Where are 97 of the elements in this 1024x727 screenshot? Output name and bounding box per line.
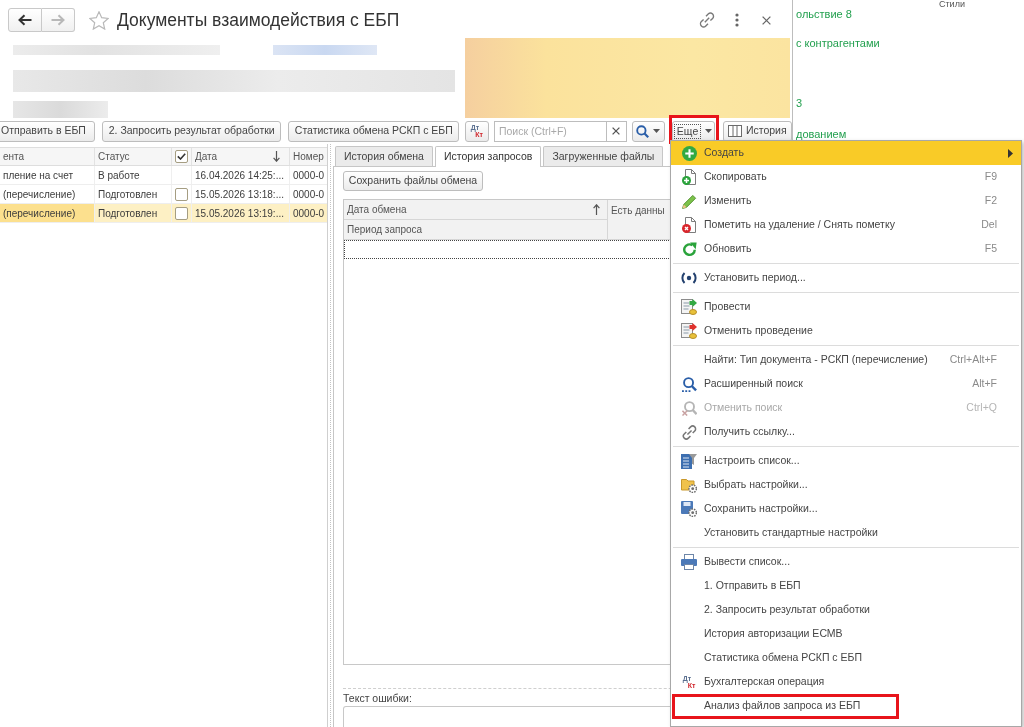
table-cell-text: 0000-0 (292, 187, 326, 202)
menu-item[interactable]: Статистика обмена РСКП с ЕБП (671, 646, 1021, 670)
broadcast-icon (680, 272, 698, 284)
checkbox[interactable] (175, 206, 188, 220)
table-cell: Подготовлен (95, 185, 172, 203)
menu-item[interactable]: Сохранить настройки... (671, 497, 1021, 521)
save-files-button[interactable]: Сохранить файлы обмена (343, 171, 483, 191)
search-cancel-icon (681, 400, 697, 416)
star-icon[interactable] (89, 10, 109, 30)
refresh-icon (681, 241, 697, 257)
table-cell: (перечисление) (0, 204, 95, 222)
table-row[interactable]: (перечисление) Подготовлен 15.05.2026 13:18:... 0000-0 (0, 185, 327, 204)
back-button[interactable] (8, 8, 42, 32)
checkbox[interactable] (175, 187, 188, 201)
menu-item[interactable]: 1. Отправить в ЕБП (671, 574, 1021, 598)
table-cell: 15.05.2026 13:18:... (192, 185, 290, 203)
menu-item[interactable]: Установить стандартные настройки (671, 521, 1021, 545)
table-cell: В работе (95, 166, 172, 184)
table-cell-text: 0000-0 (292, 168, 326, 183)
document-arrow-icon (681, 323, 697, 339)
arrow-right-icon (51, 14, 65, 26)
link[interactable]: с контрагентами (796, 37, 880, 50)
table-cell: (перечисление) (0, 185, 95, 203)
shortcut-label: F9 (984, 169, 997, 185)
menu-item[interactable]: Обновить F5 (671, 237, 1021, 261)
link[interactable]: ольствие 8 (796, 8, 852, 21)
caret-icon (653, 129, 661, 133)
tab[interactable]: История обмена (335, 146, 433, 166)
menu-item[interactable]: Установить период... (671, 266, 1021, 290)
menu-item[interactable]: Изменить F2 (671, 189, 1021, 213)
column-header[interactable]: Период запроса (344, 220, 607, 239)
column-header[interactable]: Дата (192, 148, 290, 165)
table-cell: пление на счет (0, 166, 95, 184)
column-header[interactable]: ента (0, 148, 95, 165)
arrow-left-icon (18, 14, 32, 26)
menu-item[interactable]: 2. Запросить результат обработки (671, 598, 1021, 622)
more-icon[interactable] (735, 13, 739, 27)
menu-item[interactable]: Отменить проведение (671, 319, 1021, 343)
shortcut-label: F5 (984, 241, 997, 257)
toolbar-button[interactable]: Статистика обмена РСКП с ЕБП (288, 120, 460, 142)
pencil-icon (681, 193, 697, 209)
menu-item[interactable]: Вывести список... (671, 550, 1021, 574)
close-icon[interactable] (762, 15, 771, 25)
shortcut-label: F2 (984, 193, 997, 209)
menu-item[interactable]: Настроить список... (671, 449, 1021, 473)
link-icon (681, 424, 697, 440)
window-title: Документы взаимодействия с ЕБП (117, 8, 400, 32)
table-row[interactable]: пление на счет В работе 16.04.2026 14:25:... 0000-0 (0, 166, 327, 185)
column-header[interactable]: Номер (290, 148, 327, 165)
column-header[interactable]: Есть данны (608, 200, 666, 220)
table-cell: 15.05.2026 13:19:... (192, 204, 290, 222)
clear-button[interactable] (606, 120, 627, 142)
printer-icon (681, 554, 697, 570)
menu-item[interactable]: Провести (671, 295, 1021, 319)
menu-item[interactable]: Выбрать настройки... (671, 473, 1021, 497)
checkbox[interactable] (175, 150, 188, 163)
search-button[interactable] (631, 120, 665, 142)
menu-item[interactable]: Получить ссылку... (671, 420, 1021, 444)
search-icon (681, 376, 697, 392)
menu-item[interactable]: Пометить на удаление / Снять пометку Del (671, 213, 1021, 237)
close-icon (612, 127, 621, 135)
document-delete-icon (682, 217, 696, 233)
plus-icon (681, 145, 697, 161)
column-header: Стили (939, 0, 966, 8)
toolbar-button[interactable]: 2. Запросить результат обработки (101, 120, 282, 142)
link-icon[interactable] (699, 12, 715, 28)
table-cell: Подготовлен (95, 204, 172, 222)
link[interactable]: дованием (796, 128, 847, 141)
table-cell-text: 0000-0 (292, 206, 326, 221)
check-icon (177, 153, 186, 160)
menu-item[interactable]: Скопировать F9 (671, 165, 1021, 189)
shortcut-label: Ctrl+Alt+F (949, 352, 997, 368)
list-settings-icon (681, 453, 697, 469)
tab[interactable]: Загруженные файлы (543, 146, 664, 166)
menu-item[interactable]: Найти: Тип документа - РСКП (перечисление) Ctrl+Alt+F (671, 348, 1021, 372)
menu-item[interactable]: Анализ файлов запроса из ЕБП (671, 694, 1021, 718)
disk-gear-icon (681, 501, 697, 517)
table-cell: 16.04.2026 14:25:... (192, 166, 290, 184)
shortcut-label: Alt+F (972, 376, 997, 392)
tab[interactable]: История запросов (434, 146, 542, 167)
menu-item[interactable]: Создать (671, 141, 1021, 165)
document-arrow-icon (681, 299, 697, 315)
column-header[interactable]: Дата обмена (344, 200, 607, 220)
menu-item[interactable]: История авторизации ЕСМВ (671, 622, 1021, 646)
shortcut-label: Del (981, 217, 997, 233)
columns-icon (727, 125, 742, 137)
search-icon (636, 124, 650, 138)
search-field[interactable]: Поиск (Ctrl+F) (493, 120, 607, 142)
caret-icon (705, 129, 713, 133)
menu-item[interactable]: Расширенный поиск Alt+F (671, 372, 1021, 396)
column-header[interactable]: Статус (95, 148, 172, 165)
shortcut-label: Ctrl+Q (966, 400, 997, 416)
table-row[interactable]: (перечисление) Подготовлен 15.05.2026 13:19:... 0000-0 (0, 204, 327, 223)
toolbar-button[interactable]: Отправить в ЕБП (0, 120, 95, 142)
document-plus-icon (682, 169, 696, 185)
folder-gear-icon (681, 477, 697, 493)
history-button[interactable]: История (722, 120, 792, 142)
